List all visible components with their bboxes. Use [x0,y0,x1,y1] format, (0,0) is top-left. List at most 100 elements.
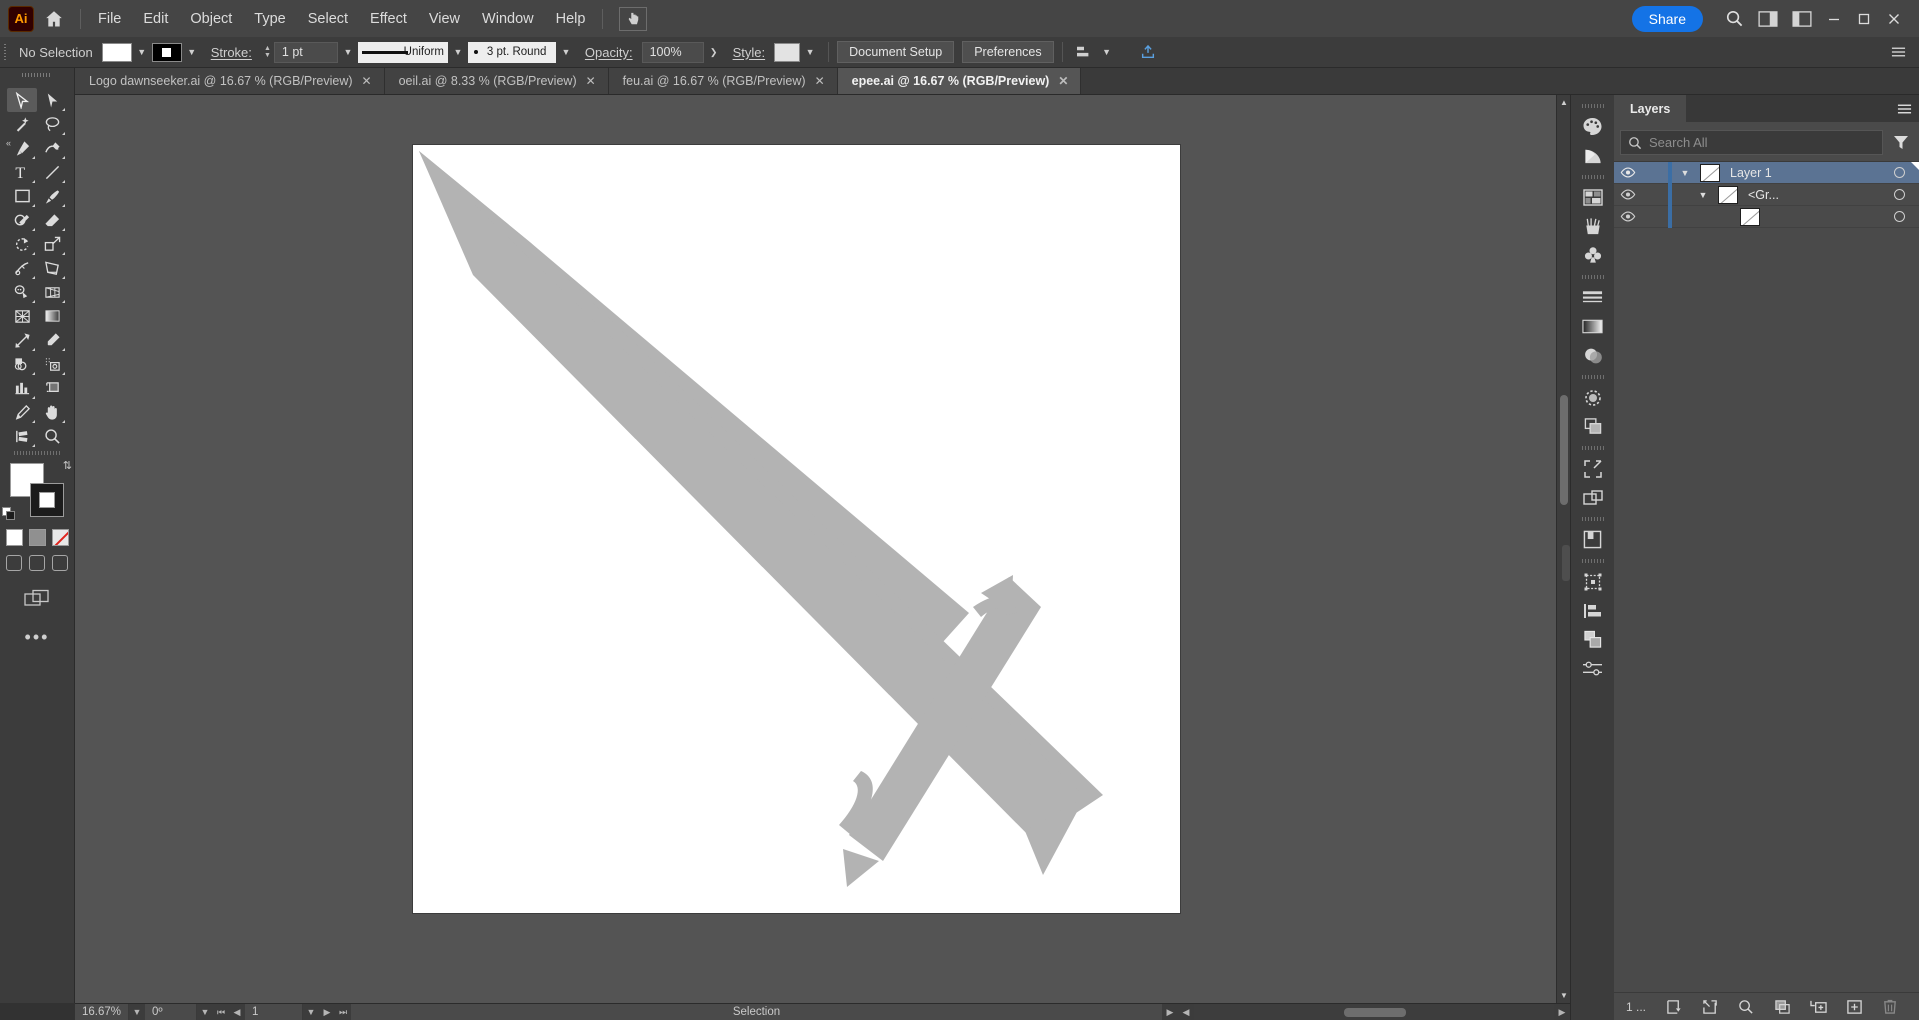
window-close-button[interactable] [1879,0,1909,37]
previous-artboard-icon[interactable]: ◀ [229,1004,245,1020]
layers-panel-icon[interactable] [1576,625,1610,654]
shape-builder-tool[interactable] [7,280,37,304]
export-selection-icon[interactable] [1135,42,1161,63]
edit-toolbar-button[interactable]: ••• [0,627,74,648]
close-icon[interactable]: ✕ [1058,74,1068,88]
align-objects-icon[interactable] [1071,42,1097,63]
transform-panel-icon[interactable] [1576,567,1610,596]
search-icon[interactable] [1728,993,1764,1020]
layer-row-group[interactable]: ▼ <Gr... [1614,183,1919,206]
menu-file[interactable]: File [87,0,132,37]
menu-type[interactable]: Type [243,0,296,37]
stroke-profile-select[interactable]: Uniform [357,41,448,63]
stroke-weight-dropdown-icon[interactable]: ▼ [338,42,358,63]
scissors-tool[interactable] [7,424,37,448]
swap-fill-stroke-icon[interactable]: ⇅ [63,459,72,472]
fill-dropdown-icon[interactable]: ▼ [132,42,152,63]
layer-name[interactable]: Layer 1 [1720,166,1879,180]
layer-row-layer-1[interactable]: ▼ Layer 1 [1614,161,1919,184]
gradient-fill-button[interactable] [28,529,46,546]
width-tool[interactable] [7,256,37,280]
opacity-options-icon[interactable]: ❯ [704,42,724,63]
target-indicator-icon[interactable] [1879,211,1919,222]
delete-selection-icon[interactable] [1872,993,1908,1020]
layer-name[interactable]: <Gr... [1738,188,1879,202]
window-maximize-button[interactable] [1849,0,1879,37]
tab-layers[interactable]: Layers [1614,95,1687,122]
hscroll-left-icon[interactable]: ◀ [1178,1004,1194,1020]
stroke-panel-icon[interactable] [1576,283,1610,312]
rotation-field[interactable]: 0º [145,1003,198,1020]
stroke-weight-stepper[interactable]: ▲ ▼ [261,42,274,63]
create-new-layer-icon[interactable] [1836,993,1872,1020]
zoom-level-field[interactable]: 16.67% [75,1003,130,1020]
target-indicator-icon[interactable] [1879,189,1919,200]
eyedropper-tool[interactable] [37,328,67,352]
scroll-down-icon[interactable]: ▼ [1557,988,1570,1003]
artboard-tool[interactable] [37,376,67,400]
default-fill-stroke-icon[interactable] [2,507,16,521]
rotation-dropdown-icon[interactable]: ▼ [197,1004,213,1020]
shaper-tool[interactable] [7,208,37,232]
blend-tool[interactable] [7,328,37,352]
scale-tool[interactable] [37,232,67,256]
artboard-dropdown-icon[interactable]: ▼ [303,1004,319,1020]
selection-tool[interactable] [7,88,37,112]
menu-window[interactable]: Window [471,0,545,37]
filter-icon[interactable] [1889,135,1913,150]
menu-select[interactable]: Select [297,0,359,37]
document-tab-logo-dawnseeker[interactable]: Logo dawnseeker.ai @ 16.67 % (RGB/Previe… [75,68,385,94]
pathfinder-panel-icon[interactable] [1576,412,1610,441]
mesh-tool[interactable] [7,304,37,328]
stroke-dropdown-icon[interactable]: ▼ [182,42,202,63]
menu-object[interactable]: Object [179,0,243,37]
align-dropdown-icon[interactable]: ▼ [1097,42,1117,63]
color-panel-icon[interactable] [1576,112,1610,141]
rotate-tool[interactable] [7,232,37,256]
arrange-documents-icon[interactable] [1751,0,1785,37]
rectangle-tool[interactable] [7,184,37,208]
layers-search-input[interactable] [1649,135,1875,150]
asset-export-panel-icon[interactable] [1576,454,1610,483]
visibility-toggle-icon[interactable] [1614,211,1642,222]
zoom-tool[interactable] [37,424,67,448]
last-artboard-icon[interactable]: ⏭ [335,1004,351,1020]
scroll-up-icon[interactable]: ▲ [1557,95,1570,110]
pen-tool[interactable] [7,136,37,160]
dock-grip[interactable] [1571,99,1615,112]
pencil-tool[interactable] [7,400,37,424]
hscroll-right-icon[interactable]: ▶ [1554,1004,1570,1020]
search-icon[interactable] [1717,0,1751,37]
panel-menu-icon[interactable] [1889,95,1919,122]
visibility-toggle-icon[interactable] [1614,167,1642,178]
paintbrush-tool[interactable] [37,184,67,208]
align-panel-icon[interactable] [1576,596,1610,625]
stroke-color-swatch[interactable] [151,42,182,62]
share-button[interactable]: Share [1631,5,1703,32]
libraries-panel-icon[interactable] [1576,525,1610,554]
slice-tool[interactable] [37,352,67,376]
gradient-tool[interactable] [37,304,67,328]
layer-row-path[interactable] [1614,205,1919,228]
stroke-swatch[interactable] [30,483,64,517]
style-dropdown-icon[interactable]: ▼ [800,42,820,63]
type-tool[interactable]: T [7,160,37,184]
lasso-tool[interactable] [37,112,67,136]
color-guide-icon[interactable] [1576,141,1610,170]
magic-wand-tool[interactable] [7,112,37,136]
scrollbar-thumb[interactable] [1560,395,1568,505]
menu-help[interactable]: Help [545,0,597,37]
close-icon[interactable]: ✕ [586,74,596,88]
direct-selection-tool[interactable] [37,88,67,112]
document-tab-epee[interactable]: epee.ai @ 16.67 % (RGB/Preview) ✕ [837,68,1082,94]
create-new-sublayer-icon[interactable] [1800,993,1836,1020]
stroke-label[interactable]: Stroke: [202,45,261,60]
curvature-tool[interactable] [37,136,67,160]
preferences-button[interactable]: Preferences [962,41,1054,63]
document-tab-feu[interactable]: feu.ai @ 16.67 % (RGB/Preview) ✕ [608,68,838,94]
tools-panel-grip[interactable] [0,68,74,82]
canvas-area[interactable]: ▲ ▼ [75,95,1570,1003]
control-bar-grip[interactable] [0,37,10,68]
graphic-style-swatch[interactable] [774,42,801,62]
close-icon[interactable]: ✕ [362,74,372,88]
